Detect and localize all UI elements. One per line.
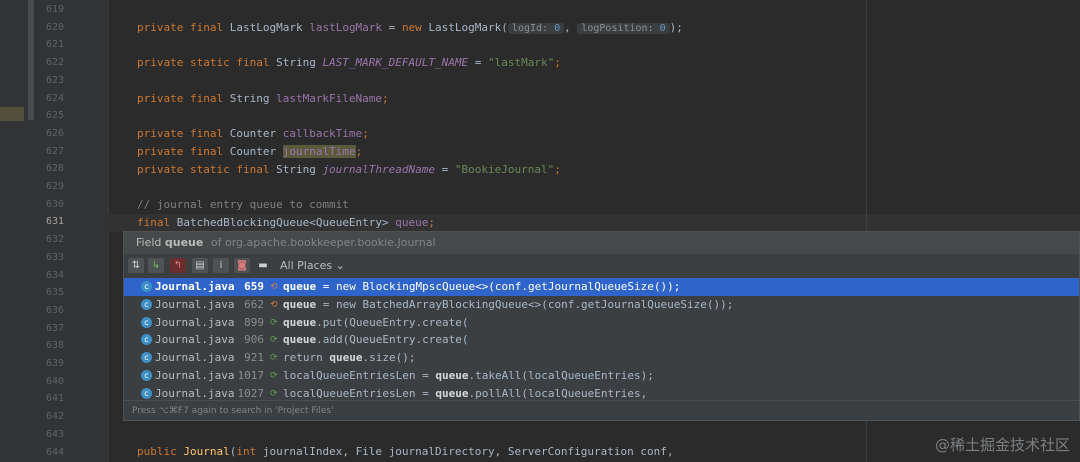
usage-row[interactable]: c Journal.java 662 ⟲ queue = new BatchedArra… (124, 296, 1079, 314)
class-icon: c (141, 352, 152, 364)
usage-code: queue = new BlockingMpscQueue<>(conf.get… (283, 280, 681, 293)
line-number[interactable]: 620 (46, 19, 64, 37)
group-by-file-icon[interactable]: ▤ (192, 258, 208, 273)
line-number[interactable]: 625 (46, 107, 64, 125)
line-number[interactable]: 643 (46, 426, 64, 444)
usage-line: 659 (244, 280, 264, 293)
code-line-630: // journal entry queue to commit (137, 198, 349, 211)
code-line-626: private final Counter callbackTime; (137, 127, 369, 140)
find-usages-popup[interactable]: Field queue of org.apache.bookkeeper.boo… (123, 231, 1080, 421)
line-number[interactable]: 642 (46, 408, 64, 426)
code-line-627: private final Counter journalTime; (137, 145, 363, 158)
code-line-631: final BatchedBlockingQueue<QueueEntry> q… (137, 216, 436, 229)
usage-code: queue.put(QueueEntry.create( (283, 315, 469, 329)
usage-line: 899 (244, 315, 264, 329)
popup-title-class: of org.apache.bookkeeper.bookie.Journal (207, 236, 436, 249)
read-access-icon: ⟳ (270, 371, 278, 381)
param-hint-logposition: logPosition: 0 (577, 23, 670, 34)
project-tool-strip (0, 0, 36, 462)
line-number[interactable]: 619 (46, 1, 64, 19)
left-highlight-marker (0, 107, 24, 121)
usage-file: Journal.java (155, 280, 235, 293)
usage-line: 921 (244, 351, 264, 365)
line-number[interactable]: 629 (46, 178, 64, 196)
line-number[interactable]: 628 (46, 160, 64, 178)
line-number[interactable]: 635 (46, 284, 64, 302)
class-icon: c (141, 298, 152, 310)
export-icon[interactable]: ↰ (170, 258, 186, 273)
usage-code: queue.add(QueueEntry.create( (283, 333, 469, 347)
class-icon: c (141, 334, 152, 346)
line-number[interactable]: 632 (46, 231, 64, 249)
line-number[interactable]: 623 (46, 72, 64, 90)
class-icon: c (141, 387, 152, 399)
popup-title: Field queue of org.apache.bookkeeper.boo… (124, 232, 1079, 254)
write-access-icon: ⟲ (270, 299, 278, 310)
class-icon: c (141, 281, 152, 292)
line-number[interactable]: 622 (46, 54, 64, 72)
usage-code: return queue.size(); (283, 351, 416, 365)
read-access-icon: ⟳ (270, 335, 278, 346)
usage-file: Journal.java (155, 297, 235, 311)
line-number[interactable]: 634 (46, 267, 64, 285)
param-hint-logid: logId: 0 (507, 23, 565, 34)
usage-row[interactable]: c Journal.java 1017 ⟳ localQueueEntriesLen =… (124, 367, 1079, 385)
chevron-down-icon: ⌄ (335, 259, 345, 272)
watermark: @稀土掘金技术社区 (934, 436, 1070, 454)
preview-icon[interactable]: ◙ (234, 258, 250, 273)
line-number[interactable]: 639 (46, 355, 64, 373)
code-line-628: private static final String journalThrea… (137, 163, 561, 176)
line-number-gutter[interactable]: 619 620 621 622 623 624 625 626 627 628 629 630 631 6… (36, 0, 109, 462)
code-line-622: private static final String LAST_MARK_DE… (137, 56, 561, 69)
line-number[interactable]: 644 (46, 444, 64, 462)
write-access-icon: ⟲ (270, 282, 278, 292)
code-line-624: private final String lastMarkFileName; (137, 92, 389, 105)
class-icon: c (141, 370, 152, 381)
usage-file: Journal.java (155, 369, 235, 382)
class-icon: c (141, 316, 152, 328)
line-number[interactable]: 621 (46, 36, 64, 54)
code-line-644: public Journal(int journalIndex, File jo… (137, 445, 674, 458)
line-number[interactable]: 640 (46, 373, 64, 391)
line-number[interactable]: 631 (46, 213, 64, 231)
read-access-icon: ⟳ (270, 353, 278, 364)
pin-icon[interactable]: ▬ (255, 258, 271, 273)
usage-code: localQueueEntriesLen = queue.takeAll(loc… (283, 369, 654, 382)
usage-row[interactable]: c Journal.java 906 ⟳ queue.add(QueueEntry.cr… (124, 331, 1079, 349)
usage-line: 1017 (237, 369, 265, 382)
line-number[interactable]: 627 (46, 143, 64, 161)
import-icon[interactable]: ↳ (148, 258, 164, 273)
usage-row[interactable]: c Journal.java 921 ⟳ return queue.size(); (124, 349, 1079, 367)
usage-file: Journal.java (155, 333, 235, 347)
usage-file: Journal.java (155, 315, 235, 329)
usage-file: Journal.java (155, 351, 235, 365)
scope-dropdown[interactable]: All Places ⌄ (280, 258, 345, 274)
line-number[interactable]: 637 (46, 320, 64, 338)
usage-row[interactable]: c Journal.java 899 ⟳ queue.put(QueueEntry.cr… (124, 314, 1079, 332)
line-number[interactable]: 633 (46, 249, 64, 267)
usage-code: queue = new BatchedArrayBlockingQueue<>(… (283, 297, 734, 311)
usage-line: 662 (244, 297, 264, 311)
left-scrollbar[interactable] (28, 0, 34, 120)
line-number[interactable]: 624 (46, 90, 64, 108)
popup-footer-hint: Press ⌥⌘F7 again to search in 'Project F… (124, 400, 1079, 420)
info-icon[interactable]: i (213, 258, 229, 273)
line-number[interactable]: 641 (46, 390, 64, 408)
line-number[interactable]: 638 (46, 337, 64, 355)
read-access-icon: ⟳ (270, 317, 278, 328)
line-number[interactable]: 636 (46, 302, 64, 320)
line-number[interactable]: 626 (46, 125, 64, 143)
usage-row[interactable]: c Journal.java 659 ⟲ queue = new BlockingMps… (124, 278, 1079, 296)
usage-line: 906 (244, 333, 264, 347)
popup-toolbar: ⇅ ↳ ↰ ▤ i ◙ ▬ All Places ⌄ (124, 254, 1079, 278)
collapse-all-icon[interactable]: ⇅ (128, 258, 144, 273)
line-number[interactable]: 630 (46, 196, 64, 214)
code-line-620: private final LastLogMark lastLogMark = … (137, 21, 683, 34)
